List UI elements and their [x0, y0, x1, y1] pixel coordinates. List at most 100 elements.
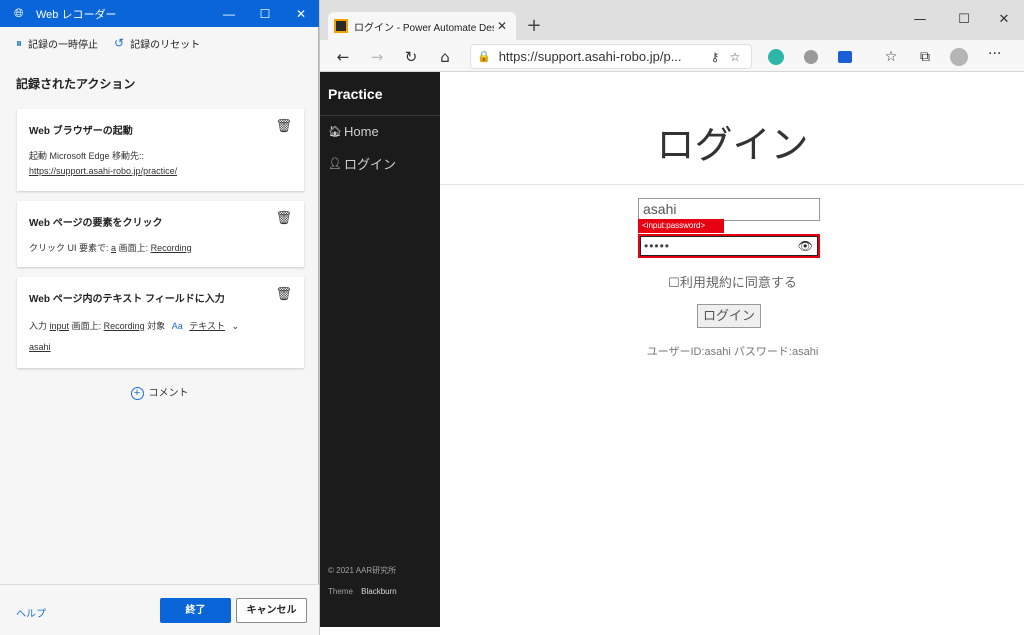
close-button[interactable]: ✕ [984, 10, 1024, 30]
help-link[interactable]: ヘルプ [16, 605, 46, 620]
finish-button[interactable]: 終了 [160, 598, 231, 623]
reset-recording-button[interactable]: ↺ 記録のリセット [114, 36, 200, 51]
action-prefix: 入力 [29, 321, 48, 331]
comment-label: コメント [148, 388, 189, 399]
extension-1-icon[interactable] [768, 49, 784, 65]
url-text: https://support.asahi-robo.jp/p... [498, 49, 682, 64]
nav-item-home[interactable]: 🏠︎ Home [328, 124, 379, 139]
favorites-icon[interactable]: ☆ [880, 46, 902, 68]
browser-titlebar: ログイン - Power Automate Deskto ✕ + — ☐ ✕ [320, 0, 1024, 40]
minimize-button[interactable]: — [211, 7, 247, 21]
site-header: ログイン [440, 72, 1024, 185]
pause-label: 記録の一時停止 [28, 39, 99, 51]
user-icon: 👤︎ [328, 158, 342, 170]
recorder-titlebar: 🌐︎ Web レコーダー — ☐ ✕ [0, 0, 319, 27]
nav-label: Home [344, 124, 379, 139]
browser-tab[interactable]: ログイン - Power Automate Deskto ✕ [328, 12, 516, 40]
action-url[interactable]: https://support.asahi-robo.jp/practice/ [29, 166, 177, 176]
tab-title: ログイン - Power Automate Deskto [354, 22, 494, 34]
plus-icon: + [130, 386, 144, 400]
target-label: 対象 [147, 321, 166, 331]
agree-checkbox[interactable]: ☐利用規約に同意する [440, 272, 1024, 291]
password-input[interactable]: ••••• 👁︎ [638, 234, 820, 258]
action-prefix: クリック UI 要素で: [29, 243, 109, 253]
trash-icon[interactable]: 🗑︎ [275, 210, 292, 226]
favorite-add-icon[interactable]: ☆ [725, 50, 745, 64]
trash-icon[interactable]: 🗑︎ [275, 118, 292, 134]
credentials-hint: ユーザーID:asahi パスワード:asahi [646, 346, 819, 358]
theme-label: Theme [328, 587, 353, 596]
tab-close-icon[interactable]: ✕ [494, 19, 510, 33]
extension-2-icon[interactable] [804, 50, 818, 64]
add-comment-button[interactable]: + コメント [0, 384, 319, 400]
close-button[interactable]: ✕ [283, 7, 319, 21]
action-title: Web ブラウザーの起動 [29, 126, 133, 137]
input-value-link[interactable]: asahi [29, 342, 51, 352]
recorded-actions-heading: 記録されたアクション [16, 77, 136, 91]
browser-toolbar: ← → ↻ ⌂ 🔒 https://support.asahi-robo.jp/… [320, 40, 1024, 72]
minimize-button[interactable]: — [900, 10, 940, 30]
address-bar[interactable]: 🔒 https://support.asahi-robo.jp/p... ⚷ ☆ [470, 44, 752, 69]
username-input[interactable]: asahi [638, 198, 820, 221]
favicon-icon [334, 19, 348, 33]
chevron-down-icon[interactable]: ⌄ [231, 321, 239, 331]
action-title: Web ページ内のテキスト フィールドに入力 [29, 294, 225, 305]
site-copyright: © 2021 AAR研究所 [328, 566, 397, 575]
page-title: ログイン [656, 125, 809, 167]
refresh-icon[interactable]: ↻ [400, 46, 422, 68]
web-recorder-panel: 🌐︎ Web レコーダー — ☐ ✕ ⏸︎ 記録の一時停止 ↺ 記録のリセット … [0, 0, 319, 635]
screen-link[interactable]: Recording [151, 243, 192, 253]
action-card-click-element[interactable]: Web ページの要素をクリック 🗑︎ クリック UI 要素で: a 画面上: R… [17, 201, 304, 267]
forward-icon[interactable]: → [366, 46, 388, 68]
nav-item-login[interactable]: 👤︎ ログイン [328, 154, 396, 173]
theme-name[interactable]: Blackburn [361, 587, 397, 596]
pause-icon: ⏸︎ [16, 35, 23, 50]
input-mode-dropdown[interactable]: テキスト [189, 321, 225, 331]
screen-label: 画面上: [118, 243, 149, 253]
nav-label: ログイン [344, 157, 397, 172]
globe-icon: 🌐︎ [14, 6, 24, 20]
back-icon[interactable]: ← [332, 46, 354, 68]
new-tab-button[interactable]: + [524, 16, 544, 36]
screen-label: 画面上: [71, 321, 102, 331]
pause-recording-button[interactable]: ⏸︎ 記録の一時停止 [16, 36, 98, 51]
site-theme: Theme Blackburn [328, 587, 397, 596]
lock-icon: 🔒 [477, 51, 491, 63]
action-detail: 起動 Microsoft Edge 移動先:: [29, 151, 145, 161]
recorder-footer: ヘルプ 終了 キャンセル [0, 584, 319, 635]
more-icon[interactable]: ··· [988, 46, 1001, 62]
action-detail: クリック UI 要素で: a 画面上: Recording [29, 241, 192, 254]
ui-element-link[interactable]: input [50, 321, 70, 331]
collections-icon[interactable]: ⧉ [914, 46, 936, 68]
ui-element-link[interactable]: a [111, 243, 116, 253]
text-format-icon: Aa [171, 321, 183, 331]
home-icon[interactable]: ⌂ [434, 46, 456, 68]
screen-link[interactable]: Recording [104, 321, 145, 331]
action-card-input-text[interactable]: Web ページ内のテキスト フィールドに入力 🗑︎ 入力 input 画面上: … [17, 277, 304, 368]
reset-label: 記録のリセット [130, 39, 201, 51]
website: Practice 🏠︎ Home 👤︎ ログイン © 2021 AAR研究所 T… [320, 72, 1024, 635]
recorder-title: Web レコーダー [36, 8, 117, 21]
power-automate-icon[interactable] [838, 51, 852, 63]
site-sidebar: Practice 🏠︎ Home 👤︎ ログイン © 2021 AAR研究所 T… [320, 72, 440, 627]
site-brand[interactable]: Practice [328, 86, 382, 102]
element-highlight-tag: <input:password> [638, 219, 724, 233]
action-card-launch-browser[interactable]: Web ブラウザーの起動 🗑︎ 起動 Microsoft Edge 移動先:: … [17, 109, 304, 191]
action-title: Web ページの要素をクリック [29, 218, 163, 229]
key-icon[interactable]: ⚷ [705, 50, 725, 64]
trash-icon[interactable]: 🗑︎ [275, 286, 292, 302]
login-button[interactable]: ログイン [697, 304, 761, 328]
maximize-button[interactable]: ☐ [944, 10, 984, 30]
reset-icon: ↺ [114, 36, 125, 50]
cancel-button[interactable]: キャンセル [236, 598, 307, 623]
recorder-toolbar: ⏸︎ 記録の一時停止 ↺ 記録のリセット [0, 27, 319, 59]
action-detail: 入力 input 画面上: Recording 対象 Aa テキスト ⌄ [29, 319, 239, 332]
home-icon: 🏠︎ [328, 126, 342, 138]
divider [320, 115, 440, 116]
site-main: ログイン asahi <input:password> ••••• 👁︎ ☐利用… [440, 72, 1024, 627]
browser-window: ログイン - Power Automate Deskto ✕ + — ☐ ✕ ←… [319, 0, 1024, 635]
eye-icon[interactable]: 👁︎ [798, 239, 814, 253]
maximize-button[interactable]: ☐ [247, 7, 283, 21]
password-value: ••••• [644, 239, 671, 253]
profile-avatar[interactable] [950, 48, 968, 66]
